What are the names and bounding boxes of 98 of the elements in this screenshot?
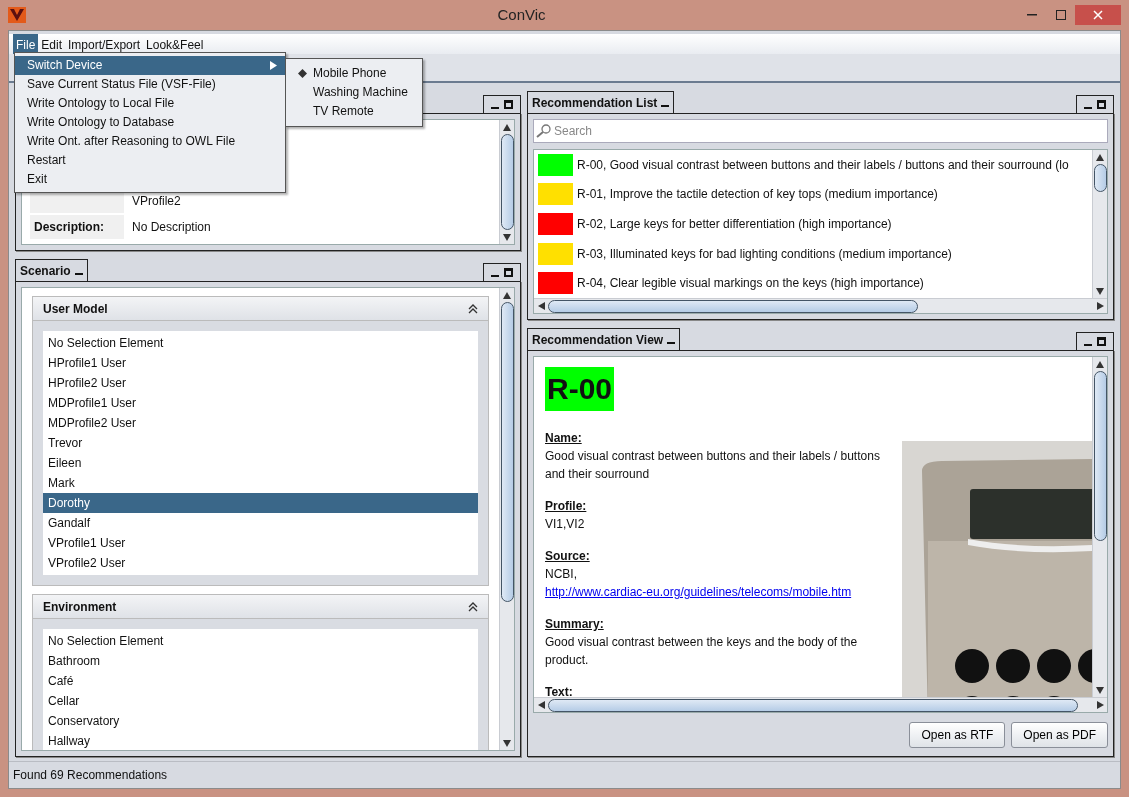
field-label: Source: <box>545 548 591 565</box>
panel-tab[interactable]: Recommendation List <box>527 91 675 113</box>
arrow-up-icon[interactable] <box>1096 153 1104 161</box>
field-value: VI1,VI2 <box>545 516 586 533</box>
list-item[interactable]: MDProfile2 User <box>43 413 478 433</box>
arrow-down-icon[interactable] <box>503 739 511 747</box>
menu-item[interactable]: Mobile Phone <box>286 64 422 83</box>
minimize-icon <box>1026 14 1037 16</box>
scrollbar[interactable] <box>1092 357 1107 697</box>
list-item[interactable]: Mark <box>43 473 478 493</box>
arrow-up-icon[interactable] <box>503 291 511 299</box>
menu-item[interactable]: Save Current Status File (VSF-File) <box>15 75 285 94</box>
field-label: Text: <box>545 684 574 697</box>
menu-item[interactable]: Look&Feel <box>143 34 207 54</box>
field-value: Good visual contrast between the keys and the body of the product. <box>545 634 859 669</box>
field-label: Description: <box>30 215 124 239</box>
recommendation-item[interactable]: R-01, Improve the tactile detection of key tops (medium importance) <box>577 185 938 204</box>
arrow-up-icon[interactable] <box>503 123 511 131</box>
menu-item[interactable]: Washing Machine <box>286 83 422 102</box>
recommendation-item[interactable]: R-00, Good visual contrast between buttons and their labels / buttons and their sourround (lo <box>577 155 1069 174</box>
panel-controls[interactable] <box>483 263 521 281</box>
minimize-icon[interactable] <box>74 272 83 275</box>
scrollbar-thumb[interactable] <box>548 299 918 313</box>
arrow-right-icon[interactable] <box>1096 302 1104 310</box>
scrollbar[interactable] <box>1092 150 1107 298</box>
open-button[interactable]: Open as RTF <box>909 722 1006 748</box>
collapse-icon[interactable] <box>468 303 478 314</box>
app-icon <box>8 7 26 23</box>
menu-item[interactable]: Edit <box>38 34 66 54</box>
list-item[interactable]: Café <box>43 671 478 691</box>
list-item[interactable]: VProfile1 User <box>43 533 478 553</box>
panel-controls[interactable] <box>1076 332 1114 350</box>
list-item[interactable]: Cellar <box>43 691 478 711</box>
list-item[interactable]: Hallway <box>43 731 478 750</box>
field-value: NCBI, <box>545 566 578 583</box>
arrow-down-icon[interactable] <box>1096 686 1104 694</box>
scrollbar[interactable] <box>499 120 514 244</box>
menu-item[interactable]: File <box>13 34 39 54</box>
menu-item[interactable]: Write Ontology to Local File <box>15 94 285 113</box>
close-icon <box>1093 10 1103 20</box>
list-item[interactable]: MDProfile1 User <box>43 393 478 413</box>
maximize-icon <box>1055 10 1066 20</box>
submenu-arrow-icon <box>270 61 277 70</box>
panel-controls[interactable] <box>483 95 521 113</box>
panel-controls[interactable] <box>1076 95 1114 113</box>
arrow-down-icon[interactable] <box>1096 287 1104 295</box>
menu-item[interactable]: Exit <box>15 170 285 189</box>
recommendation-item[interactable]: R-04, Clear legible visual markings on the keys (high importance) <box>577 274 924 293</box>
arrow-down-icon[interactable] <box>503 233 511 241</box>
menu-item[interactable]: TV Remote <box>286 102 422 121</box>
arrow-left-icon[interactable] <box>537 302 545 310</box>
list-item[interactable]: Trevor <box>43 433 478 453</box>
menu-item[interactable]: Write Ont. after Reasoning to OWL File <box>15 132 285 151</box>
list-item[interactable]: Bathroom <box>43 651 478 671</box>
scrollbar-thumb[interactable] <box>500 302 514 602</box>
minimize-icon[interactable] <box>661 104 670 107</box>
open-button[interactable]: Open as PDF <box>1011 722 1108 748</box>
scrollbar-thumb[interactable] <box>1093 164 1107 192</box>
recommendation-item[interactable]: R-03, Illuminated keys for bad lighting conditions (medium importance) <box>577 244 952 263</box>
field-value: VProfile2 <box>131 193 182 210</box>
arrow-up-icon[interactable] <box>1096 360 1104 368</box>
menu-item[interactable]: Restart <box>15 151 285 170</box>
list-item[interactable]: Dorothy <box>43 493 478 513</box>
recommendation-item[interactable]: R-02, Large keys for better differentiation (high importance) <box>577 215 892 233</box>
search-field[interactable]: Search <box>533 119 1108 143</box>
list-item[interactable]: Gandalf <box>43 513 478 533</box>
status-text: Found 69 Recommendations <box>9 761 1120 788</box>
menu-item[interactable]: Switch Device <box>15 56 285 75</box>
list-item[interactable]: VProfile2 User <box>43 553 478 573</box>
minimize-icon[interactable] <box>667 341 676 344</box>
recommendation-heading: R-00 <box>545 367 615 411</box>
link[interactable]: http://www.cardiac-eu.org/guidelines/telecoms/mobile.htm <box>545 583 852 601</box>
scrollbar-thumb[interactable] <box>500 134 514 230</box>
list-item[interactable]: No Selection Element <box>43 631 478 651</box>
panel-tab[interactable]: Scenario <box>15 259 88 281</box>
menu-item[interactable]: Write Ontology to Database <box>15 113 285 132</box>
scrollbar-thumb[interactable] <box>1093 371 1107 541</box>
radio-mark-icon <box>298 69 307 79</box>
field-label: Summary: <box>545 616 605 633</box>
list-item[interactable]: No Selection Element <box>43 333 478 353</box>
field-label: Profile: <box>545 498 588 515</box>
scrollbar[interactable] <box>499 288 514 750</box>
list-item[interactable]: HProfile2 User <box>43 373 478 393</box>
menu-item[interactable]: Import/Export <box>65 34 144 54</box>
panel-tab[interactable]: Recommendation View <box>527 328 681 350</box>
list-item[interactable]: Eileen <box>43 453 478 473</box>
scrollbar[interactable] <box>534 298 1107 313</box>
collapse-icon[interactable] <box>468 601 478 612</box>
section-title: Environment <box>43 598 117 616</box>
field-label: Name: <box>545 430 583 447</box>
list-item[interactable]: HProfile1 User <box>43 353 478 373</box>
list-item[interactable]: Conservatory <box>43 711 478 731</box>
arrow-left-icon[interactable] <box>537 701 545 709</box>
field-value: Good visual contrast between buttons and their labels / buttons and their sourround <box>545 448 881 483</box>
field-value: No Description <box>131 219 212 236</box>
window-title: ConVic <box>496 4 547 25</box>
section-title: User Model <box>43 300 108 318</box>
arrow-right-icon[interactable] <box>1096 701 1104 709</box>
